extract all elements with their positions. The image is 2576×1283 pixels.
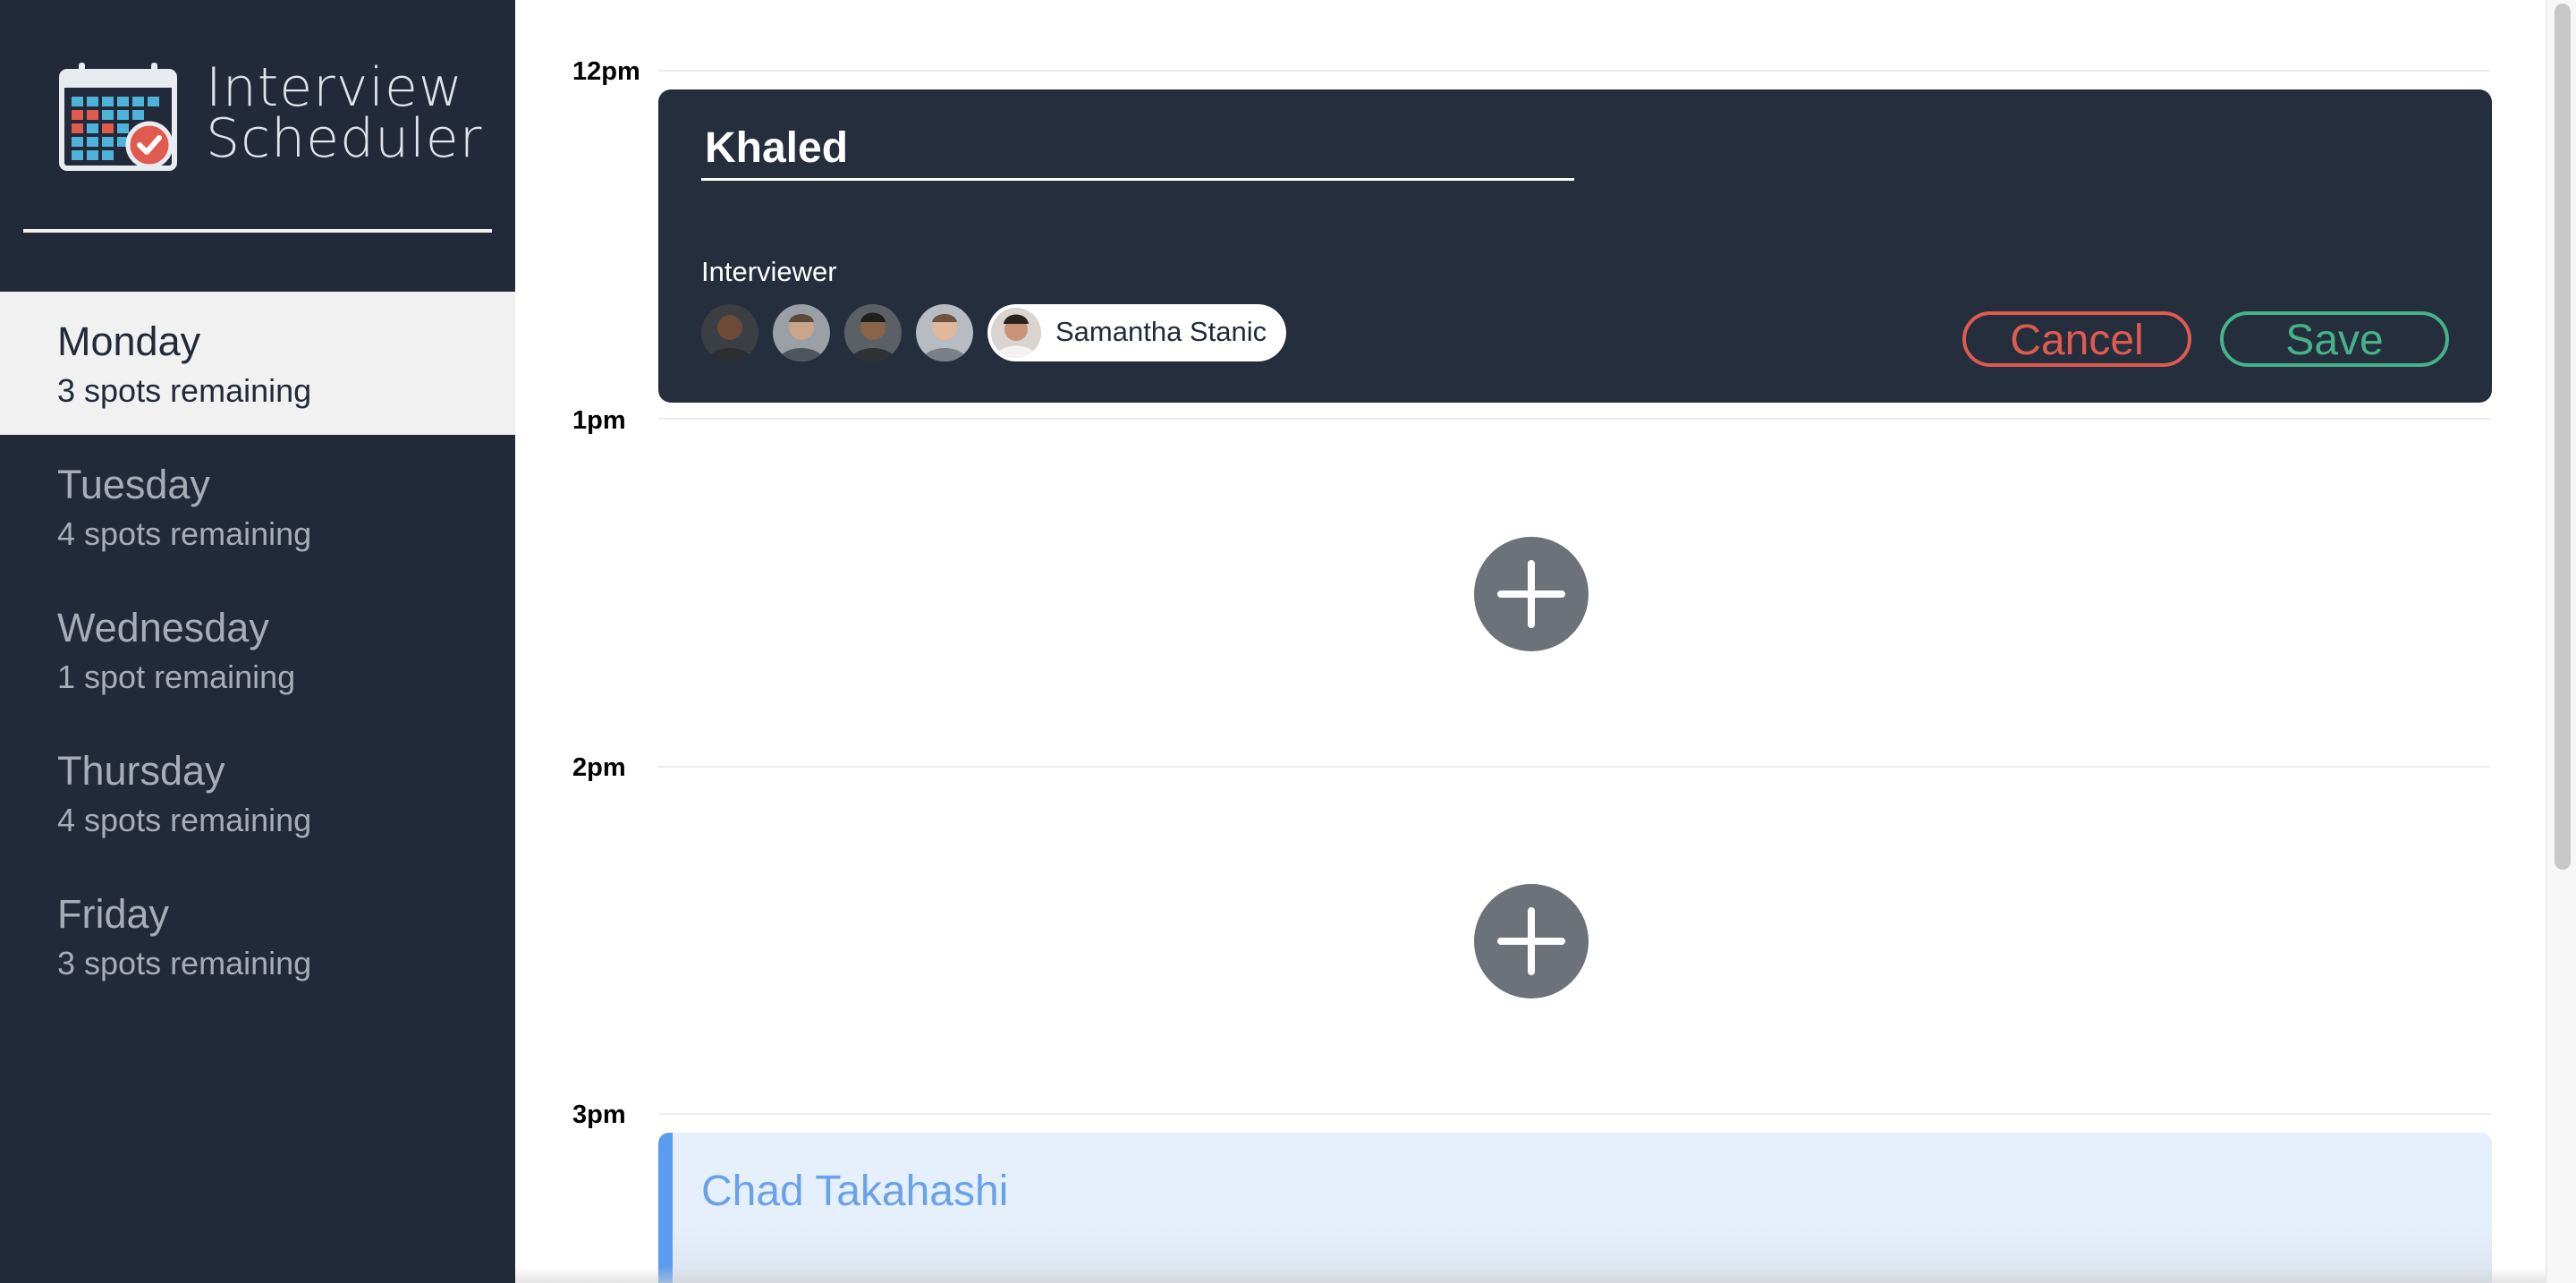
appointment-card[interactable]: Chad Takahashi bbox=[658, 1133, 2492, 1283]
appointment-student-name: Chad Takahashi bbox=[701, 1168, 1009, 1215]
day-spots: 1 spot remaining bbox=[57, 658, 296, 695]
day-item-tuesday[interactable]: Tuesday 4 spots remaining bbox=[0, 435, 515, 578]
appointment-form: Interviewer Samantha Stanic Cancel Save bbox=[658, 89, 2492, 403]
day-name: Wednesday bbox=[57, 605, 269, 650]
save-button[interactable]: Save bbox=[2220, 311, 2449, 367]
app-title: Interview Scheduler bbox=[206, 56, 483, 170]
day-spots: 4 spots remaining bbox=[57, 802, 312, 838]
interviewer-selected[interactable]: Samantha Stanic bbox=[987, 304, 1286, 361]
brand: Interview Scheduler bbox=[59, 61, 481, 177]
interviewer-avatar[interactable] bbox=[916, 304, 973, 361]
sidebar-divider bbox=[23, 229, 492, 233]
time-label-3pm: 3pm bbox=[572, 1100, 626, 1129]
day-name: Monday bbox=[57, 319, 201, 364]
day-name: Friday bbox=[57, 891, 170, 937]
hour-divider bbox=[658, 766, 2490, 768]
time-label-2pm: 2pm bbox=[572, 753, 626, 782]
day-spots: 3 spots remaining bbox=[57, 372, 312, 409]
sidebar: Interview Scheduler Monday 3 spots remai… bbox=[0, 0, 515, 1283]
interviewer-avatar[interactable] bbox=[773, 304, 830, 361]
day-name: Tuesday bbox=[57, 462, 210, 507]
interviewer-avatar bbox=[991, 308, 1041, 358]
time-label-1pm: 1pm bbox=[572, 406, 626, 435]
scrollbar-thumb[interactable] bbox=[2555, 4, 2571, 870]
day-spots: 4 spots remaining bbox=[57, 515, 312, 552]
add-appointment-button[interactable] bbox=[1474, 537, 1589, 651]
interviewer-label: Interviewer bbox=[701, 256, 837, 287]
plus-icon bbox=[1497, 560, 1565, 628]
hour-divider bbox=[658, 1113, 2490, 1115]
day-name: Thursday bbox=[57, 748, 225, 794]
add-appointment-button[interactable] bbox=[1474, 884, 1589, 998]
day-item-wednesday[interactable]: Wednesday 1 spot remaining bbox=[0, 578, 515, 721]
cancel-button[interactable]: Cancel bbox=[1962, 311, 2191, 367]
day-spots: 3 spots remaining bbox=[57, 945, 312, 981]
time-label-12pm: 12pm bbox=[572, 57, 640, 86]
calendar-check-icon bbox=[59, 63, 177, 171]
day-item-thursday[interactable]: Thursday 4 spots remaining bbox=[0, 721, 515, 864]
interviewer-name: Samantha Stanic bbox=[1055, 316, 1267, 347]
day-item-monday[interactable]: Monday 3 spots remaining bbox=[0, 292, 515, 435]
interviewer-avatar[interactable] bbox=[844, 304, 902, 361]
hour-divider bbox=[658, 70, 2490, 72]
day-list: Monday 3 spots remaining Tuesday 4 spots… bbox=[0, 292, 515, 1007]
day-item-friday[interactable]: Friday 3 spots remaining bbox=[0, 864, 515, 1007]
scrollbar[interactable] bbox=[2546, 0, 2576, 1283]
interviewer-avatar[interactable] bbox=[701, 304, 758, 361]
hour-divider bbox=[658, 418, 2490, 420]
student-name-input[interactable] bbox=[701, 118, 1574, 181]
plus-icon bbox=[1497, 907, 1565, 975]
